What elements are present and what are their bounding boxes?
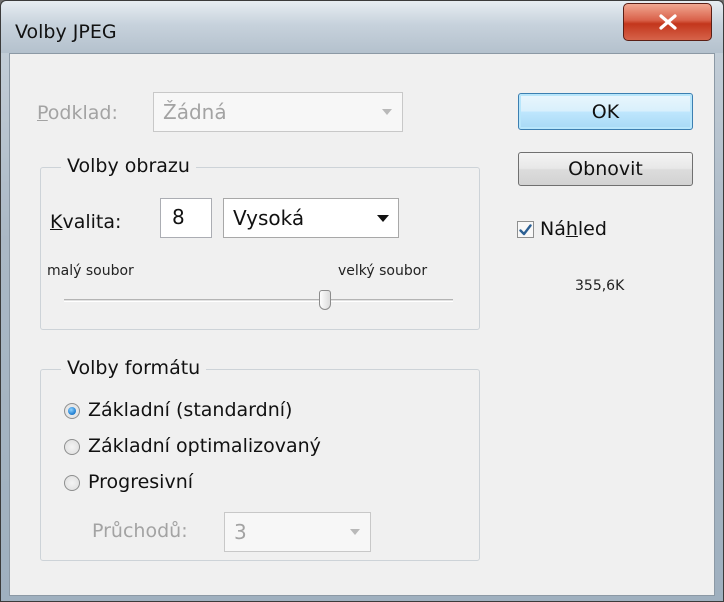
radio-baseline-standard[interactable] [64,403,80,419]
radio-baseline-standard-label[interactable]: Základní (standardní) [88,399,292,421]
file-size-readout: 355,6K [575,278,625,294]
dialog-window: Volby JPEG Podklad: Žádná Volby obrazu K… [0,0,724,602]
dialog-body: Podklad: Žádná Volby obrazu Kvalita: 8 V… [9,53,715,596]
preview-checkbox[interactable] [517,221,534,238]
radio-progressive[interactable] [64,475,80,491]
format-options-title: Volby formátu [61,357,207,379]
checkmark-icon [519,223,532,235]
preview-label[interactable]: Náhled [540,218,607,240]
matte-dropdown[interactable]: Žádná [153,92,403,132]
title-bar[interactable]: Volby JPEG [1,1,723,53]
chevron-down-icon [368,199,398,237]
large-file-label: velký soubor [338,263,428,279]
close-icon [658,14,677,30]
chevron-down-icon [340,513,370,551]
reset-button[interactable]: Obnovit [518,152,693,186]
quality-slider-thumb[interactable] [318,290,331,310]
image-options-group [40,167,480,330]
quality-preset-value: Vysoká [233,206,305,230]
radio-progressive-label[interactable]: Progresivní [88,471,193,493]
close-button[interactable] [623,3,712,41]
radio-baseline-optimized-label[interactable]: Základní optimalizovaný [88,435,321,457]
image-options-title: Volby obrazu [61,155,196,177]
quality-preset-dropdown[interactable]: Vysoká [223,198,399,238]
window-title: Volby JPEG [15,21,117,43]
radio-baseline-optimized[interactable] [64,439,80,455]
scans-label: Průchodů: [92,520,188,542]
quality-slider-track[interactable] [64,299,453,302]
scans-dropdown[interactable]: 3 [224,512,371,552]
quality-input[interactable]: 8 [160,198,212,238]
matte-label: Podklad: [37,102,118,124]
ok-button[interactable]: OK [518,93,693,130]
matte-value: Žádná [163,100,227,124]
scans-value: 3 [234,520,247,544]
chevron-down-icon [372,93,402,131]
small-file-label: malý soubor [47,263,134,279]
quality-label: Kvalita: [50,211,122,233]
